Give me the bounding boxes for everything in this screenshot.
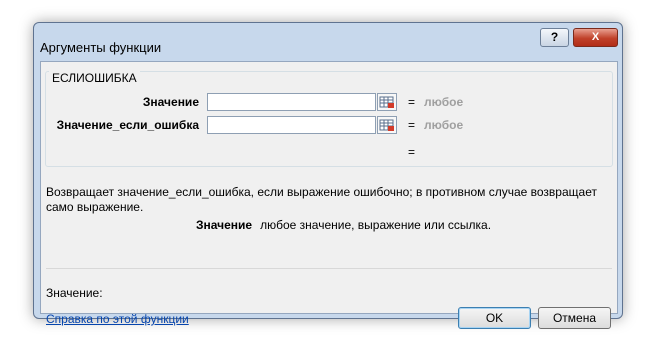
value-range-button[interactable] (377, 93, 397, 111)
ok-button[interactable]: OK (458, 307, 531, 329)
close-button[interactable]: X (573, 28, 618, 47)
title-bar[interactable]: Аргументы функции ? X (34, 23, 622, 63)
divider (46, 268, 612, 269)
arg-label-value: Значение (142, 95, 199, 109)
help-button[interactable]: ? (540, 28, 569, 47)
result-equals: = (408, 145, 416, 159)
range-select-icon (379, 96, 394, 108)
function-arguments-dialog: Аргументы функции ? X ЕСЛИОШИБКА Значени… (33, 22, 623, 329)
dialog-body: ЕСЛИОШИБКА Значение = любое Значение_есл… (40, 61, 618, 329)
function-group: ЕСЛИОШИБКА Значение = любое Значение_есл… (45, 71, 613, 167)
value-if-error-input[interactable] (207, 116, 376, 134)
dialog-title: Аргументы функции (40, 40, 162, 55)
parameter-text: любое значение, выражение или ссылка. (260, 218, 492, 232)
cancel-button[interactable]: Отмена (538, 307, 611, 329)
arg-label-value-if-error: Значение_если_ошибка (56, 118, 199, 132)
value-if-error-range-button[interactable] (377, 116, 397, 134)
value-input[interactable] (207, 93, 376, 111)
arg-equals: = (408, 95, 416, 109)
parameter-description: Значение любое значение, выражение или сс… (196, 218, 491, 232)
range-select-icon (379, 119, 394, 131)
arg-result-hint: любое (424, 118, 464, 132)
parameter-name: Значение (196, 218, 253, 232)
function-help-link[interactable]: Справка по этой функции (46, 312, 189, 326)
arg-result-hint: любое (424, 95, 464, 109)
arg-equals: = (408, 118, 416, 132)
function-description: Возвращает значение_если_ошибка, если вы… (46, 185, 597, 214)
formula-value-label: Значение: (46, 286, 103, 300)
function-name: ЕСЛИОШИБКА (49, 71, 140, 85)
